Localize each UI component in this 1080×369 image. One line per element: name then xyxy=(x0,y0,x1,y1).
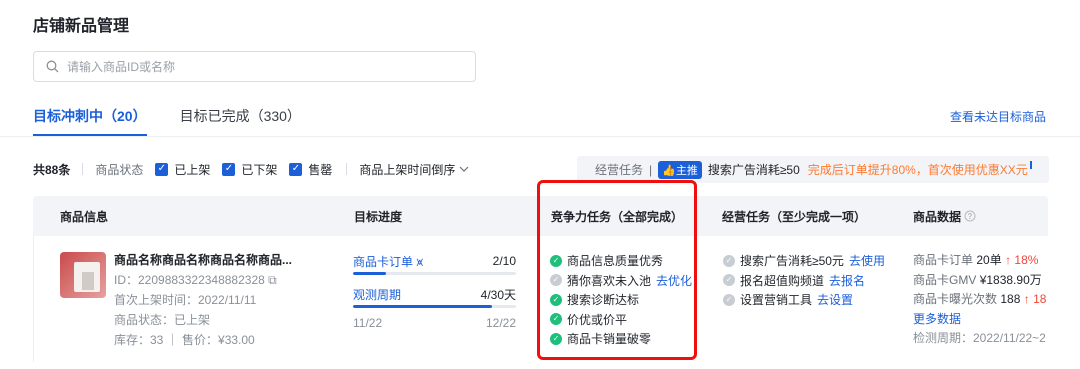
metric-label: 商品卡订单 xyxy=(913,253,974,267)
banner-task-label: 经营任务 xyxy=(595,163,644,177)
detection-period: 检测周期：2022/11/22~2 xyxy=(913,331,1046,345)
progress-value-period: 4/30天 xyxy=(480,287,516,302)
product-id-row: ID：2209883322348882328 ⧉ xyxy=(114,270,292,290)
task-label: 搜索广告消耗≥50元 xyxy=(740,254,844,269)
checkbox-label: 已上架 xyxy=(174,162,211,177)
metric-value: 20单 xyxy=(976,253,1002,267)
progress-fill-orders xyxy=(353,272,386,275)
progress-label-period: 观测周期 xyxy=(353,287,402,302)
banner-condition: 搜索广告消耗≥50 xyxy=(707,163,800,177)
progress-block: 商品卡订单 ⩙ 2/10 观测周期 4/30天 11/22 12/22 xyxy=(353,253,516,330)
metric-label: 商品卡GMV xyxy=(913,272,977,287)
checkbox-label: 已下架 xyxy=(241,162,278,177)
banner-promo: 完成后订单提升80%，首次使用优惠XX元 xyxy=(807,163,1028,177)
sort-label: 商品上架时间倒序 xyxy=(359,162,456,177)
header-progress: 目标进度 xyxy=(354,210,403,224)
checkbox-checked-icon: ✓ xyxy=(155,162,169,176)
product-bottle-shape xyxy=(82,272,94,290)
stock-price: 库存：33 ｜ 售价：¥33.00 xyxy=(114,333,255,347)
checkbox-soldout[interactable]: ✓ 售罄 xyxy=(289,161,332,178)
checkbox-listed[interactable]: ✓ 已上架 xyxy=(155,161,210,178)
page-title: 店铺新品管理 xyxy=(33,18,130,35)
sort-dropdown[interactable]: 商品上架时间倒序 xyxy=(359,161,469,178)
use-link[interactable]: 去使用 xyxy=(849,252,885,269)
metric-value: ¥1838.90万 xyxy=(979,272,1042,287)
header-product-info: 商品信息 xyxy=(60,210,109,224)
progress-bar-orders xyxy=(353,272,516,275)
progress-label-orders[interactable]: 商品卡订单 ⩙ xyxy=(353,253,423,270)
view-unmet-link[interactable]: 查看未达目标商品 xyxy=(950,108,1046,125)
business-task-item: ✓ 搜索广告消耗≥50元 去使用 xyxy=(723,251,903,271)
progress-label-text: 商品卡订单 xyxy=(353,254,414,269)
period-start-date: 11/22 xyxy=(353,316,383,330)
checkbox-checked-icon: ✓ xyxy=(222,162,236,176)
product-thumbnail[interactable] xyxy=(60,252,106,298)
pending-circle-icon: ✓ xyxy=(723,293,735,306)
total-count: 共88条 xyxy=(33,162,71,177)
svg-text:?: ? xyxy=(968,212,973,221)
signup-link[interactable]: 去报名 xyxy=(829,272,865,289)
badge-label: 主推 xyxy=(675,164,698,177)
divider: | xyxy=(649,162,653,177)
more-data-link[interactable]: 更多数据 xyxy=(913,310,1053,330)
metric-value: 188 xyxy=(1000,292,1021,306)
period-end-date: 12/22 xyxy=(485,316,516,330)
metric-label: 商品卡曝光次数 xyxy=(913,292,998,306)
task-label: 报名超值购频道 xyxy=(740,273,825,288)
first-listed: 首次上架时间：2022/11/11 xyxy=(114,293,257,307)
progress-bar-period xyxy=(353,305,516,308)
divider xyxy=(346,163,348,175)
business-task-banner: 经营任务 | 👍主推 搜索广告消耗≥50 完成后订单提升80%，首次使用优惠XX… xyxy=(577,156,1049,183)
pending-circle-icon: ✓ xyxy=(723,274,735,287)
business-task-item: ✓ 报名超值购频道 去报名 xyxy=(723,271,903,291)
tab-bar: 目标冲刺中（20） 目标已完成（330） xyxy=(33,100,334,136)
filter-bar: 共88条 商品状态 ✓ 已上架 ✓ 已下架 ✓ 售罄 商品上架时间倒序 xyxy=(33,158,469,180)
search-input[interactable] xyxy=(67,59,447,74)
header-metrics: 商品数据? xyxy=(913,208,976,225)
header-metrics-label: 商品数据 xyxy=(913,210,962,224)
setup-link[interactable]: 去设置 xyxy=(817,291,853,308)
divider xyxy=(82,163,84,175)
product-status: 商品状态：已上架 xyxy=(114,313,211,327)
copy-icon[interactable]: ⧉ xyxy=(268,273,277,287)
help-icon[interactable]: ? xyxy=(964,210,976,222)
task-label: 设置营销工具 xyxy=(740,293,813,308)
metric-row: 商品卡GMV ¥1838.90万 xyxy=(913,271,1053,291)
checkbox-label: 售罄 xyxy=(308,162,333,177)
chart-icon: ⩙ xyxy=(416,254,424,269)
business-task-list: ✓ 搜索广告消耗≥50元 去使用 ✓ 报名超值购频道 去报名 ✓ 设置营销工具 去设置 xyxy=(723,251,903,310)
metrics-list: 商品卡订单 20单 ↑ 18% 商品卡GMV ¥1838.90万 商品卡曝光次数… xyxy=(913,251,1053,349)
pending-circle-icon: ✓ xyxy=(723,254,735,267)
tab-in-progress[interactable]: 目标冲刺中（20） xyxy=(33,100,147,136)
tab-completed[interactable]: 目标已完成（330） xyxy=(180,100,301,136)
promo-badge: 👍主推 xyxy=(658,160,702,179)
status-filter-label: 商品状态 xyxy=(95,162,144,177)
product-info: 商品名称商品名称商品名称商品... ID：2209883322348882328… xyxy=(114,250,292,350)
metric-delta: ↑ 18 xyxy=(1023,292,1047,306)
tab-divider xyxy=(0,136,1080,137)
search-box[interactable] xyxy=(33,51,476,82)
banner-scroll-indicator xyxy=(1030,161,1032,169)
highlight-annotation-box xyxy=(537,180,697,360)
metric-delta: ↑ 18% xyxy=(1005,253,1039,267)
metric-row: 商品卡订单 20单 ↑ 18% xyxy=(913,251,1053,271)
thumbs-up-icon: 👍 xyxy=(662,164,676,177)
search-icon xyxy=(46,60,59,73)
checkbox-checked-icon: ✓ xyxy=(289,162,303,176)
progress-value-orders: 2/10 xyxy=(492,254,516,268)
product-id: ID：2209883322348882328 xyxy=(114,273,265,287)
checkbox-delisted[interactable]: ✓ 已下架 xyxy=(222,161,277,178)
business-task-item: ✓ 设置营销工具 去设置 xyxy=(723,290,903,310)
product-name[interactable]: 商品名称商品名称商品名称商品... xyxy=(114,250,292,270)
chevron-down-icon xyxy=(460,166,469,172)
metric-row: 商品卡曝光次数 188 ↑ 18 xyxy=(913,290,1053,310)
progress-fill-period xyxy=(353,305,492,308)
header-business: 经营任务（至少完成一项） xyxy=(722,210,867,224)
